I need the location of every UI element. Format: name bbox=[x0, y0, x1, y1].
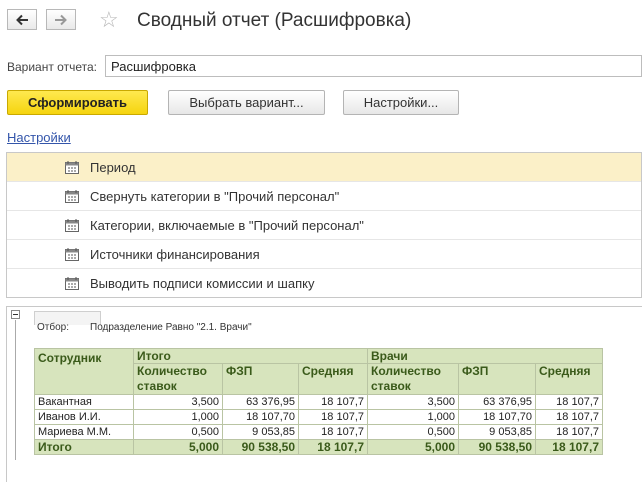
page-title: Сводный отчет (Расшифровка) bbox=[137, 10, 412, 31]
col-rates-header: Количество ставок bbox=[133, 363, 223, 395]
col-employee-header: Сотрудник bbox=[34, 348, 134, 395]
cell-total-avg: 18 107,7 bbox=[298, 394, 368, 410]
generate-button[interactable]: Сформировать bbox=[7, 90, 148, 115]
calendar-icon bbox=[65, 190, 79, 203]
cell-doctors-fzp: 18 107,70 bbox=[458, 409, 536, 425]
cell-employee: Иванов И.И. bbox=[34, 409, 134, 425]
report-table: Сотрудник Итого Врачи Количество ставок … bbox=[34, 348, 603, 455]
table-row[interactable]: Иванов И.И. 1,000 18 107,70 18 107,7 1,0… bbox=[34, 409, 603, 425]
settings-item-funding-sources[interactable]: Источники финансирования bbox=[7, 240, 641, 269]
col-rates-header: Количество ставок bbox=[367, 363, 459, 395]
group-doctors-header: Врачи bbox=[367, 348, 603, 364]
cell-doctors-fzp: 90 538,50 bbox=[458, 439, 536, 455]
settings-item-label: Свернуть категории в "Прочий персонал" bbox=[90, 189, 340, 204]
variant-field[interactable]: Расшифровка bbox=[105, 55, 642, 77]
group-line bbox=[15, 320, 16, 460]
choose-variant-button[interactable]: Выбрать вариант... bbox=[168, 90, 325, 115]
calendar-icon bbox=[65, 161, 79, 174]
cell-doctors-avg: 18 107,7 bbox=[535, 424, 603, 440]
settings-item-label: Источники финансирования bbox=[90, 247, 260, 262]
cell-total-avg: 18 107,7 bbox=[298, 439, 368, 455]
arrow-right-icon bbox=[55, 14, 67, 25]
cell-doctors-rates: 5,000 bbox=[367, 439, 459, 455]
table-row[interactable]: Мариева М.М. 0,500 9 053,85 18 107,7 0,5… bbox=[34, 424, 603, 440]
settings-item-period[interactable]: Период bbox=[7, 153, 641, 182]
back-button[interactable] bbox=[7, 9, 37, 30]
calendar-icon bbox=[65, 277, 79, 290]
settings-item-label: Выводить подписи комиссии и шапку bbox=[90, 276, 315, 291]
cell-employee: Мариева М.М. bbox=[34, 424, 134, 440]
cell-doctors-avg: 18 107,7 bbox=[535, 394, 603, 410]
collapse-toggle[interactable] bbox=[11, 310, 20, 319]
cell-doctors-rates: 1,000 bbox=[367, 409, 459, 425]
cell-total-avg: 18 107,7 bbox=[298, 424, 368, 440]
cell-employee: Итого bbox=[34, 439, 134, 455]
calendar-icon bbox=[65, 248, 79, 261]
calendar-icon bbox=[65, 219, 79, 232]
col-fzp-header: ФЗП bbox=[222, 363, 299, 395]
cell-total-fzp: 63 376,95 bbox=[222, 394, 299, 410]
settings-item-collapse-categories[interactable]: Свернуть категории в "Прочий персонал" bbox=[7, 182, 641, 211]
settings-button[interactable]: Настройки... bbox=[343, 90, 459, 115]
cell-doctors-avg: 18 107,7 bbox=[535, 439, 603, 455]
group-total-header: Итого bbox=[133, 348, 368, 364]
cell-total-rates: 5,000 bbox=[133, 439, 223, 455]
cell-total-rates: 3,500 bbox=[133, 394, 223, 410]
star-icon[interactable]: ☆ bbox=[99, 7, 119, 33]
col-fzp-header: ФЗП bbox=[458, 363, 536, 395]
arrow-left-icon bbox=[16, 14, 28, 25]
cell-doctors-rates: 0,500 bbox=[367, 424, 459, 440]
col-avg-header: Средняя bbox=[298, 363, 368, 395]
forward-button[interactable] bbox=[46, 9, 76, 30]
cell-doctors-fzp: 63 376,95 bbox=[458, 394, 536, 410]
settings-item-label: Категории, включаемые в "Прочий персонал… bbox=[90, 218, 364, 233]
settings-item-label: Период bbox=[90, 160, 136, 175]
col-avg-header: Средняя bbox=[535, 363, 603, 395]
cell-total-fzp: 90 538,50 bbox=[222, 439, 299, 455]
cell-total-fzp: 9 053,85 bbox=[222, 424, 299, 440]
cell-doctors-fzp: 9 053,85 bbox=[458, 424, 536, 440]
table-total-row[interactable]: Итого 5,000 90 538,50 18 107,7 5,000 90 … bbox=[34, 439, 603, 455]
table-row[interactable]: Вакантная 3,500 63 376,95 18 107,7 3,500… bbox=[34, 394, 603, 410]
cell-total-rates: 0,500 bbox=[133, 424, 223, 440]
filter-value: Подразделение Равно "2.1. Врачи" bbox=[90, 322, 252, 333]
settings-item-included-categories[interactable]: Категории, включаемые в "Прочий персонал… bbox=[7, 211, 641, 240]
cell-doctors-avg: 18 107,7 bbox=[535, 409, 603, 425]
cell-total-rates: 1,000 bbox=[133, 409, 223, 425]
cell-total-fzp: 18 107,70 bbox=[222, 409, 299, 425]
filter-label: Отбор: bbox=[37, 322, 69, 333]
settings-link[interactable]: Настройки bbox=[7, 130, 71, 145]
settings-list: Период Свернуть категории в "Прочий перс… bbox=[6, 152, 642, 298]
cell-employee: Вакантная bbox=[34, 394, 134, 410]
cell-doctors-rates: 3,500 bbox=[367, 394, 459, 410]
variant-label: Вариант отчета: bbox=[7, 60, 97, 74]
settings-item-signatures[interactable]: Выводить подписи комиссии и шапку bbox=[7, 269, 641, 298]
cell-total-avg: 18 107,7 bbox=[298, 409, 368, 425]
